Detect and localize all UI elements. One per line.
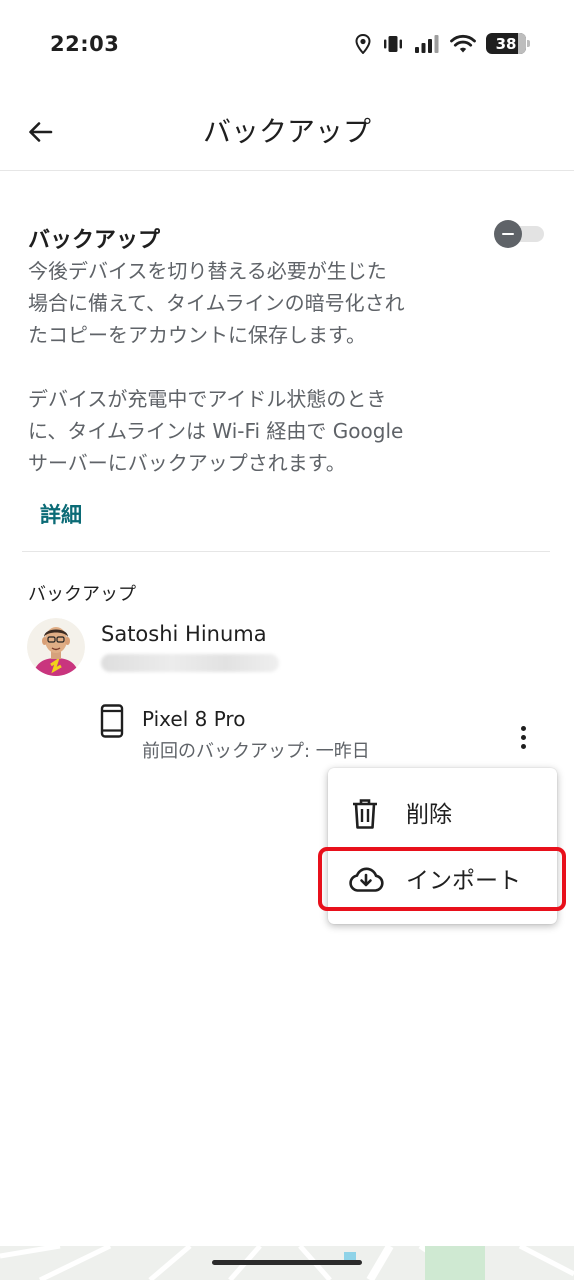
backups-label: バックアップ [28, 584, 136, 605]
description-line: 場合に備えて、タイムラインの暗号化され [28, 291, 405, 315]
battery-level: 38 [495, 34, 517, 53]
vibrate-icon [384, 35, 402, 52]
status-icons: 38 [354, 33, 530, 54]
section-divider [22, 551, 550, 552]
home-indicator[interactable] [212, 1260, 362, 1265]
more-options-button[interactable] [508, 720, 538, 754]
trash-icon [350, 798, 380, 834]
battery-icon: 38 [486, 33, 530, 54]
backup-description-2: デバイスが充電中でアイドル状態のとき に、タイムラインは Wi-Fi 経由で G… [28, 383, 458, 479]
avatar [27, 618, 85, 676]
backup-toggle[interactable] [494, 220, 546, 248]
account-email-blurred [101, 654, 279, 672]
import-highlight-annotation [318, 847, 566, 911]
more-vert-icon [520, 725, 526, 731]
backup-setting-title: バックアップ [28, 228, 161, 253]
status-time: 22:03 [50, 32, 120, 56]
details-link[interactable]: 詳細 [40, 499, 82, 529]
description-line: たコピーをアカウントに保存します。 [28, 323, 366, 347]
smartphone-icon [100, 704, 124, 742]
menu-item-delete[interactable]: 削除 [328, 780, 557, 844]
backup-description-1: 今後デバイスを切り替える必要が生じた 場合に備えて、タイムラインの暗号化され た… [28, 255, 458, 351]
signal-icon [415, 34, 439, 53]
description-line: サーバーにバックアップされます。 [28, 451, 346, 475]
wifi-icon [450, 34, 476, 52]
device-name: Pixel 8 Pro [142, 707, 246, 731]
toggle-thumb [494, 220, 522, 248]
account-name: Satoshi Hinuma [101, 622, 267, 646]
app-bar-divider [0, 170, 574, 171]
menu-label-delete: 削除 [406, 802, 452, 828]
description-line: 今後デバイスを切り替える必要が生じた [28, 259, 387, 283]
description-line: に、タイムラインは Wi-Fi 経由で Google [28, 419, 404, 443]
page-title: バックアップ [202, 115, 371, 148]
device-last-backup: 前回のバックアップ: 一昨日 [142, 741, 370, 762]
location-icon [355, 33, 371, 54]
description-line: デバイスが充電中でアイドル状態のとき [28, 387, 387, 411]
